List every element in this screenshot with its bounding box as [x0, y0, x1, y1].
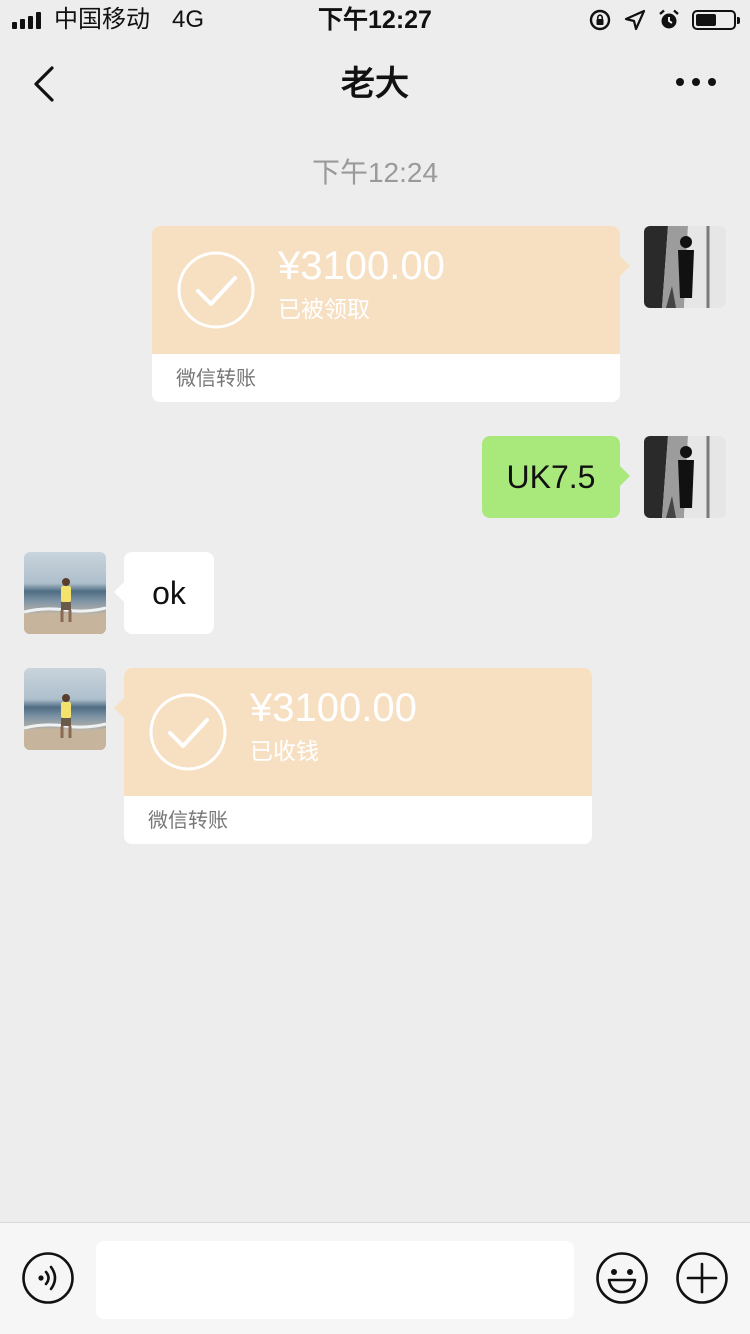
transfer-card[interactable]: ¥3100.00 已收钱 微信转账	[114, 668, 592, 844]
input-bar	[0, 1222, 750, 1334]
transfer-amount: ¥3100.00	[278, 244, 445, 288]
status-icons	[588, 8, 740, 32]
message-timestamp: 下午12:24	[311, 157, 439, 188]
message-text: UK7.5	[506, 459, 596, 495]
battery-icon	[692, 10, 740, 30]
location-arrow-icon	[624, 9, 646, 31]
bubble-tail	[620, 256, 630, 276]
chat-title: 老大	[341, 65, 409, 103]
transfer-card-header: ¥3100.00 已收钱	[124, 668, 592, 796]
avatar-image	[24, 694, 106, 750]
transfer-amount: ¥3100.00	[250, 686, 417, 730]
bubble-tail	[620, 466, 630, 486]
status-bar: 中国移动 4G 下午12:27	[0, 0, 750, 40]
bubble-tail	[114, 698, 124, 718]
emoji-icon[interactable]	[595, 1251, 649, 1305]
alarm-clock-icon	[659, 9, 679, 29]
plus-circle-icon[interactable]	[675, 1251, 729, 1305]
rotation-lock-icon	[589, 9, 611, 31]
voice-icon[interactable]	[21, 1251, 75, 1305]
transfer-status: 已收钱	[250, 738, 319, 764]
battery-fill	[696, 14, 716, 26]
transfer-status: 已被领取	[278, 296, 370, 322]
check-circle-icon	[177, 251, 255, 329]
avatar-image	[644, 436, 726, 518]
friend-avatar[interactable]	[24, 552, 106, 634]
friend-avatar[interactable]	[24, 668, 106, 750]
avatar-image	[644, 226, 726, 308]
chat-header: 老大	[0, 40, 750, 128]
check-circle-icon	[149, 693, 227, 771]
friend-message-bubble[interactable]: ok	[114, 552, 214, 634]
transfer-footer: 微信转账	[176, 368, 256, 390]
bubble-tail	[114, 582, 124, 602]
more-dots-icon[interactable]	[676, 78, 716, 86]
message-text: ok	[152, 575, 186, 611]
my-avatar[interactable]	[644, 226, 726, 308]
avatar-image	[24, 578, 106, 634]
message-input[interactable]	[96, 1241, 574, 1319]
my-message-bubble[interactable]: UK7.5	[482, 436, 630, 518]
transfer-footer: 微信转账	[148, 810, 228, 832]
transfer-card[interactable]: ¥3100.00 已被领取 微信转账	[152, 226, 630, 402]
my-avatar[interactable]	[644, 436, 726, 518]
transfer-card-header: ¥3100.00 已被领取	[152, 226, 620, 354]
